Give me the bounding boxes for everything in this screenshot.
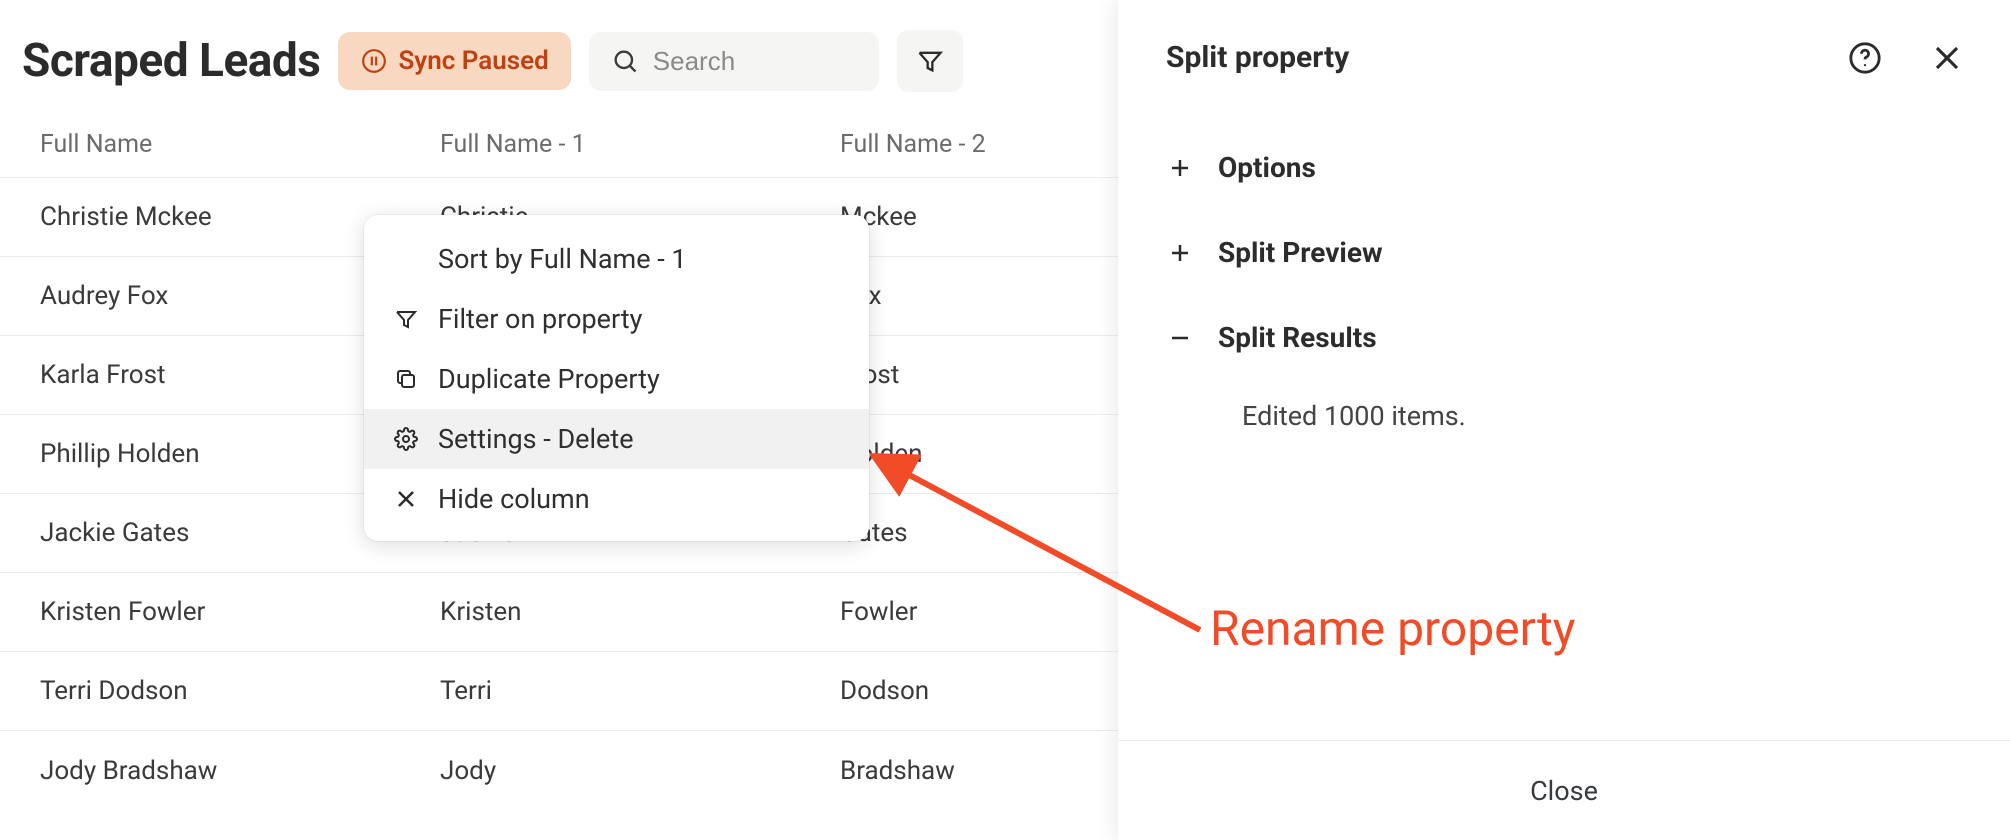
section-preview[interactable]: Split Preview [1166,210,1962,295]
close-icon [392,487,420,511]
column-header-full-name-1[interactable]: Full Name - 1 [400,130,800,159]
status-text: Edited 1000 items. [1166,380,1962,432]
search-icon [611,47,639,75]
gear-icon [392,427,420,451]
column-context-menu: Sort by Full Name - 1 Filter on property… [364,215,869,541]
table-row[interactable]: Jody Bradshaw Jody Bradshaw [0,731,1118,810]
duplicate-icon [392,367,420,391]
panel-sections: Options Split Preview Split Results Edit… [1118,85,2010,432]
cell: Terri [400,676,800,706]
section-results[interactable]: Split Results [1166,295,1962,380]
filter-icon [916,47,944,75]
page-title: Scraped Leads [22,34,320,88]
header-row: Scraped Leads Sync Paused [0,0,1118,112]
close-button-label: Close [1530,775,1598,807]
menu-hide-label: Hide column [438,483,590,515]
cell: Jody Bradshaw [0,756,400,786]
cell: Christie Mckee [0,202,400,232]
menu-settings-label: Settings - Delete [438,423,634,455]
cell: Jody [400,756,800,786]
filter-icon [392,307,420,331]
cell: Bradshaw [800,756,1118,786]
sync-status-label: Sync Paused [398,46,548,76]
table-row[interactable]: Terri Dodson Terri Dodson [0,652,1118,731]
search-input[interactable] [653,46,857,77]
cell: Jackie Gates [0,518,400,548]
help-icon[interactable] [1848,41,1882,75]
cell: Audrey Fox [0,281,400,311]
menu-filter-label: Filter on property [438,303,642,335]
close-icon[interactable] [1932,43,1962,73]
section-options[interactable]: Options [1166,125,1962,210]
section-results-label: Split Results [1218,321,1377,354]
side-panel: Split property [1118,0,2010,840]
side-panel-title: Split property [1166,40,1349,75]
menu-hide-column[interactable]: Hide column [364,469,869,529]
menu-settings-delete[interactable]: Settings - Delete [364,409,869,469]
search-box[interactable] [589,32,879,91]
cell: Dodson [800,676,1118,706]
section-options-label: Options [1218,151,1316,184]
close-button[interactable]: Close [1118,740,2010,840]
cell: Karla Frost [0,360,400,390]
menu-sort[interactable]: Sort by Full Name - 1 [364,229,869,289]
side-panel-header: Split property [1118,0,2010,85]
table-row[interactable]: Kristen Fowler Kristen Fowler [0,573,1118,652]
cell: Kristen [400,597,800,627]
menu-duplicate[interactable]: Duplicate Property [364,349,869,409]
cell: Fowler [800,597,1118,627]
menu-filter[interactable]: Filter on property [364,289,869,349]
menu-duplicate-label: Duplicate Property [438,363,660,395]
main-area: Scraped Leads Sync Paused [0,0,1118,840]
plus-icon [1166,156,1194,180]
plus-icon [1166,241,1194,265]
section-preview-label: Split Preview [1218,236,1383,269]
annotation-text: Rename property [1210,600,1575,657]
menu-sort-label: Sort by Full Name - 1 [438,243,687,275]
cell: Kristen Fowler [0,597,400,627]
column-header-full-name-2[interactable]: Full Name - 2 [800,130,1118,159]
sync-status-badge[interactable]: Sync Paused [338,32,570,90]
filter-button[interactable] [897,30,963,92]
cell: Terri Dodson [0,676,400,706]
pause-icon [360,48,388,74]
minus-icon [1166,326,1194,350]
column-header-full-name[interactable]: Full Name [0,130,400,159]
cell: Phillip Holden [0,439,400,469]
table-headers: Full Name Full Name - 1 Full Name - 2 [0,112,1118,178]
